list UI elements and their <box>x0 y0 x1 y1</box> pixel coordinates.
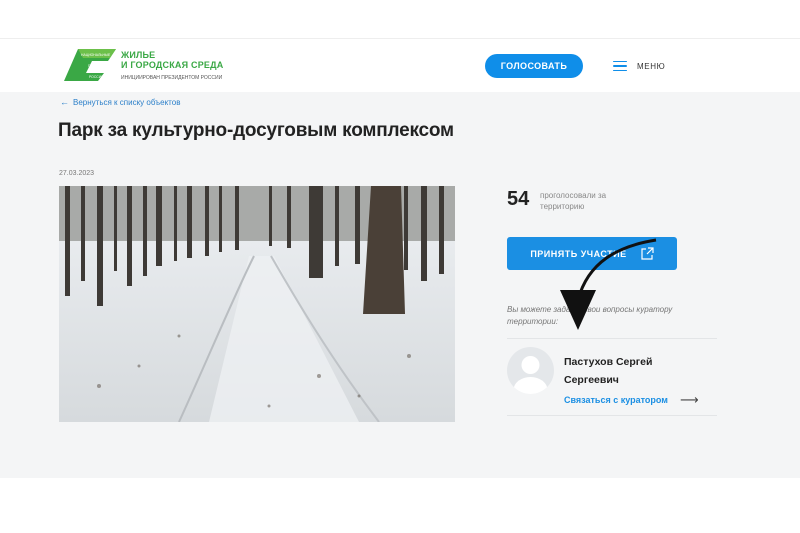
national-projects-logo-icon: НАЦИОНАЛЬНЫЕ ПРОЕКТЫ РОССИИ <box>64 49 116 81</box>
object-photo <box>59 186 455 422</box>
votes-count: 54 <box>507 188 530 210</box>
page: НАЦИОНАЛЬНЫЕ ПРОЕКТЫ РОССИИ ЖИЛЬЕ И ГОРО… <box>0 0 800 533</box>
vote-button[interactable]: ГОЛОСОВАТЬ <box>485 54 583 78</box>
participate-button-label: ПРИНЯТЬ УЧАСТИЕ <box>530 248 627 259</box>
menu-button[interactable]: МЕНЮ <box>613 59 665 73</box>
avatar <box>507 347 554 394</box>
divider <box>507 415 717 416</box>
back-to-list-link[interactable]: ← Вернуться к списку объектов <box>60 97 180 107</box>
site-header: НАЦИОНАЛЬНЫЕ ПРОЕКТЫ РОССИИ ЖИЛЬЕ И ГОРО… <box>0 38 800 92</box>
back-link-label: Вернуться к списку объектов <box>73 97 181 107</box>
votes-label: проголосовали за территорию <box>540 191 607 211</box>
participate-button[interactable]: ПРИНЯТЬ УЧАСТИЕ <box>507 237 677 270</box>
page-title: Парк за культурно-досуговым комплексом <box>58 120 454 141</box>
svg-text:НАЦИОНАЛЬНЫЕ: НАЦИОНАЛЬНЫЕ <box>81 53 111 57</box>
contact-curator-link[interactable]: Связаться с куратором ⟶ <box>564 392 699 408</box>
arrow-left-icon: ← <box>60 97 69 107</box>
arrow-right-icon: ⟶ <box>679 392 699 407</box>
logo-subtitle: ИНИЦИИРОВАН ПРЕЗИДЕНТОМ РОССИИ <box>121 75 223 81</box>
contact-curator-label: Связаться с куратором <box>564 395 668 405</box>
svg-text:ПРОЕКТЫ: ПРОЕКТЫ <box>88 64 105 68</box>
external-link-icon <box>641 247 654 260</box>
menu-label: МЕНЮ <box>637 61 666 71</box>
winter-park-image <box>59 186 455 422</box>
curator-name: Пастухов Сергей Сергеевич <box>564 356 653 386</box>
logo[interactable]: НАЦИОНАЛЬНЫЕ ПРОЕКТЫ РОССИИ ЖИЛЬЕ И ГОРО… <box>64 47 234 85</box>
main-content: ← Вернуться к списку объектов Парк за ку… <box>0 92 800 478</box>
logo-title: ЖИЛЬЕ И ГОРОДСКАЯ СРЕДА <box>121 50 224 70</box>
publish-date: 27.03.2023 <box>59 170 95 177</box>
svg-text:РОССИИ: РОССИИ <box>89 75 104 79</box>
divider <box>507 338 717 339</box>
curator-hint: Вы можете задать свои вопросы куратору т… <box>507 305 673 326</box>
hamburger-icon <box>613 60 627 72</box>
